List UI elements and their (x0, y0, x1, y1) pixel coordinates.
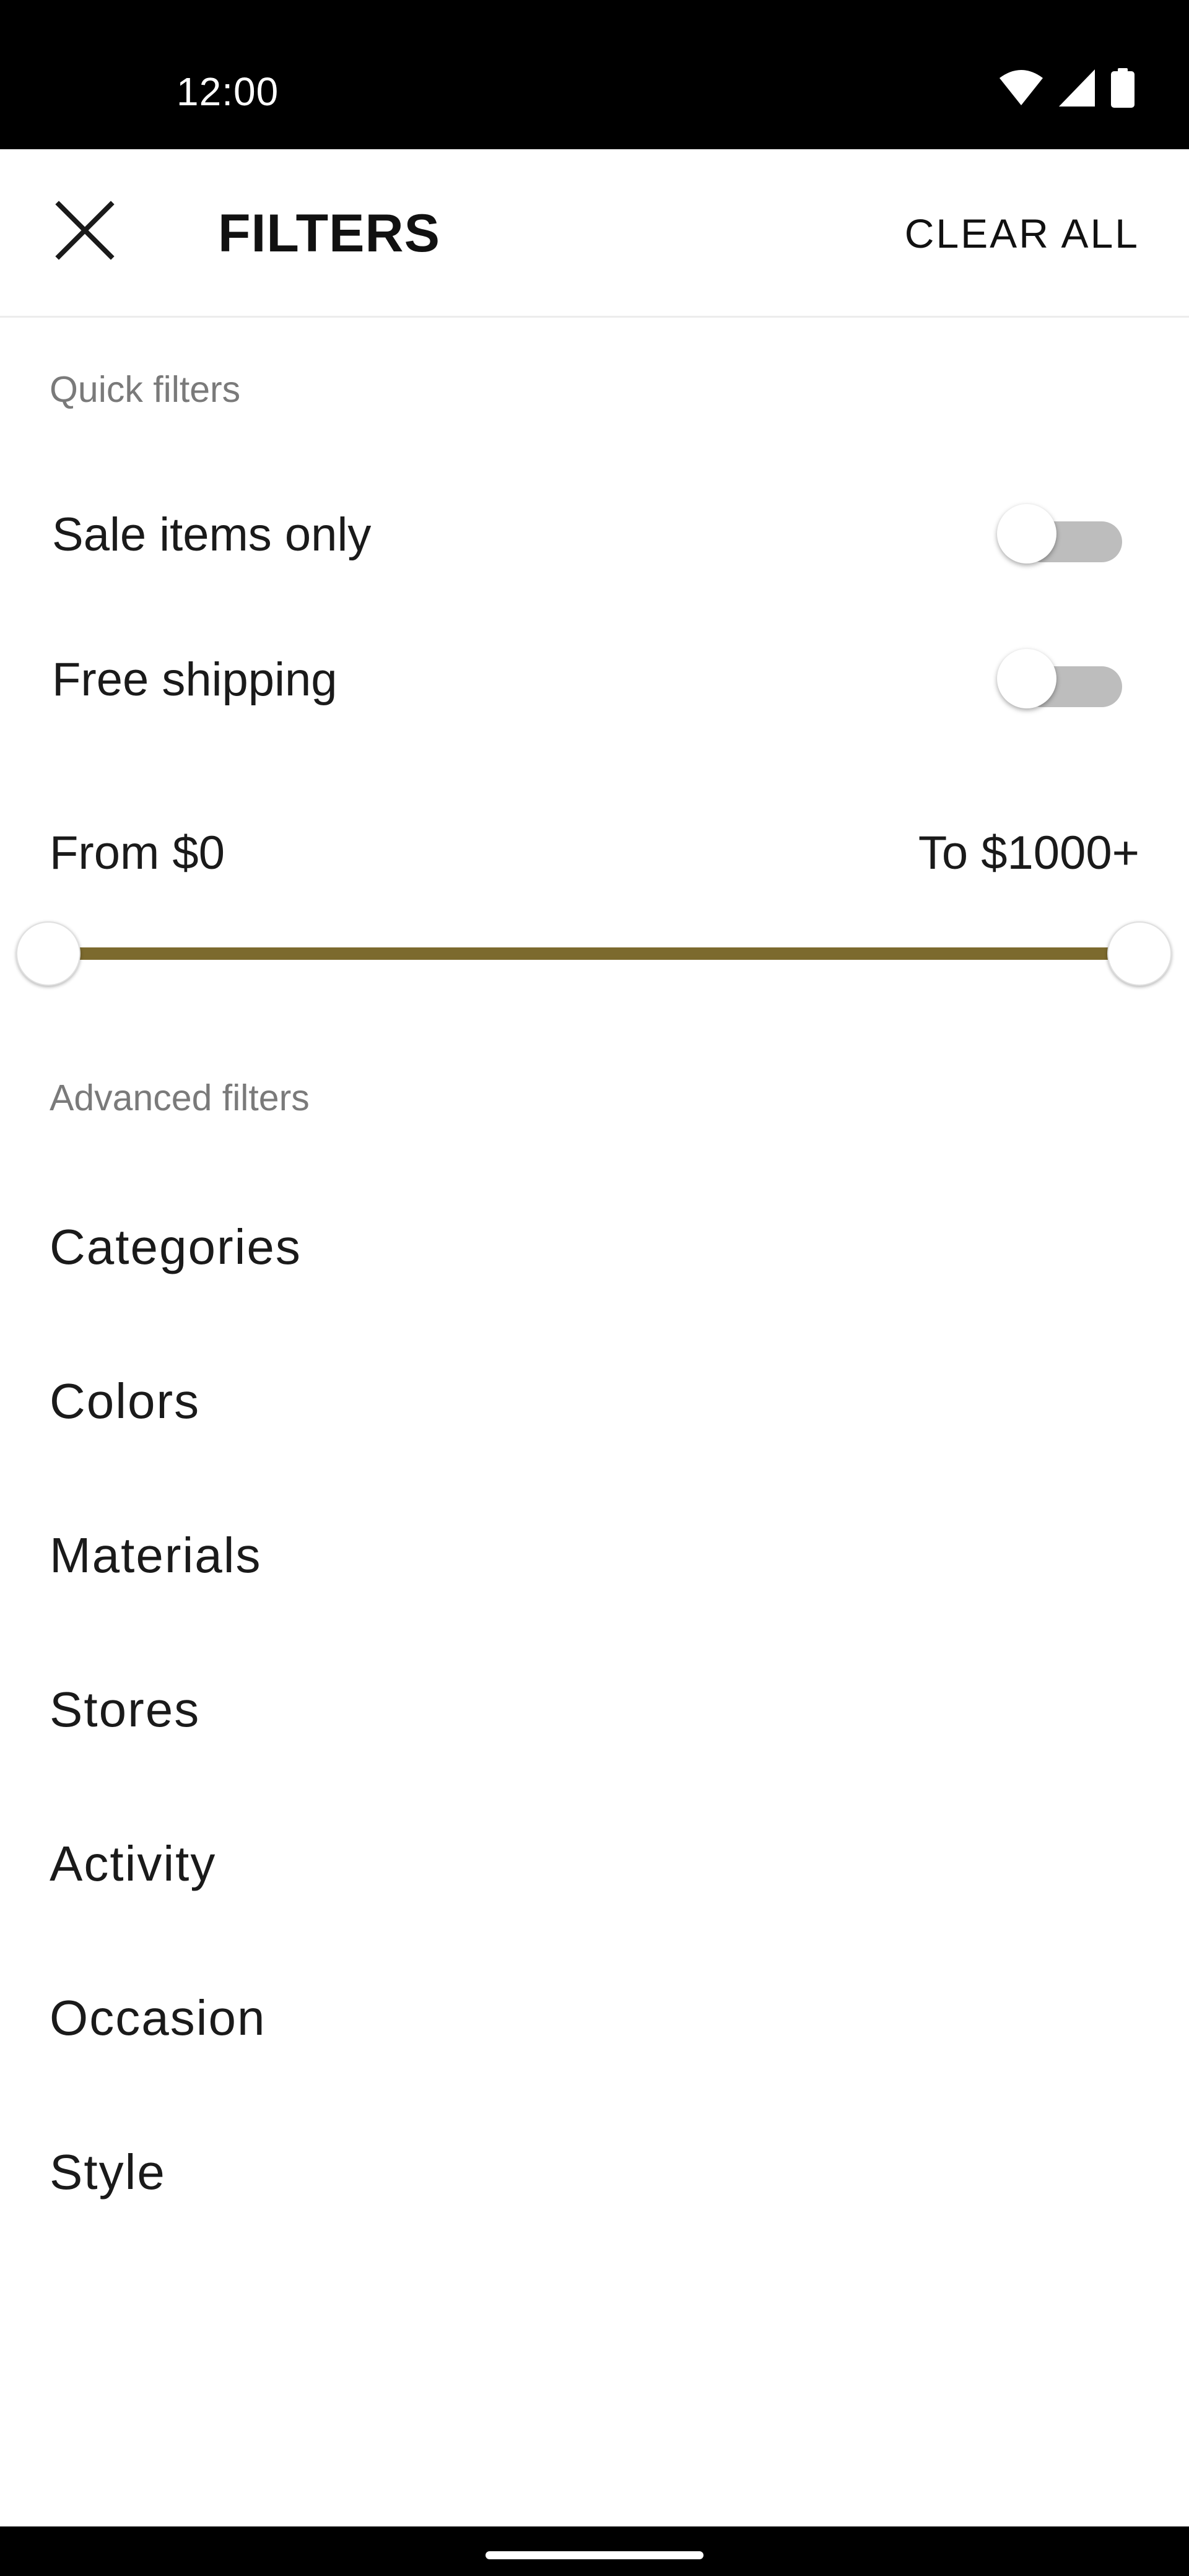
free-shipping-label: Free shipping (52, 653, 338, 706)
advanced-filter-label: Colors (50, 1373, 201, 1429)
price-range-slider[interactable] (0, 916, 1189, 991)
close-icon (55, 200, 115, 263)
advanced-filter-stores[interactable]: Stores (0, 1634, 1189, 1787)
system-navigation-bar (0, 2526, 1189, 2576)
advanced-filter-categories[interactable]: Categories (0, 1171, 1189, 1325)
advanced-filter-label: Occasion (50, 1990, 266, 2045)
free-shipping-toggle[interactable] (997, 646, 1127, 711)
switch-thumb (997, 504, 1056, 564)
status-bar: 12:00 (0, 0, 1189, 149)
advanced-filter-style[interactable]: Style (0, 2096, 1189, 2250)
advanced-filter-label: Activity (50, 1836, 217, 1891)
price-min-handle[interactable] (16, 921, 81, 986)
price-max-handle[interactable] (1107, 921, 1172, 986)
status-icons (1000, 67, 1135, 111)
close-button[interactable] (45, 191, 125, 272)
battery-icon (1111, 67, 1135, 111)
advanced-filter-colors[interactable]: Colors (0, 1325, 1189, 1479)
free-shipping-row[interactable]: Free shipping (0, 617, 1189, 741)
page-title: FILTERS (218, 204, 440, 263)
top-app-bar: FILTERS CLEAR ALL (0, 149, 1189, 318)
advanced-filter-label: Materials (50, 1528, 262, 1583)
sale-items-only-label: Sale items only (52, 508, 372, 561)
sale-items-only-row[interactable]: Sale items only (0, 472, 1189, 596)
advanced-filter-label: Categories (50, 1219, 302, 1274)
price-range-track (48, 947, 1139, 960)
wifi-icon (1000, 69, 1043, 110)
sale-items-only-toggle[interactable] (997, 502, 1127, 566)
home-gesture-handle[interactable] (486, 2551, 703, 2559)
filters-screen: 12:00 FILTERS CLEAR ALL Quick filters Sa… (0, 0, 1189, 2576)
clear-all-button[interactable]: CLEAR ALL (905, 209, 1139, 258)
cellular-signal-icon (1059, 69, 1095, 110)
advanced-filter-activity[interactable]: Activity (0, 1788, 1189, 1941)
quick-filters-header: Quick filters (50, 369, 241, 410)
advanced-filter-occasion[interactable]: Occasion (0, 1942, 1189, 2095)
advanced-filter-label: Style (50, 2144, 166, 2200)
advanced-filters-header: Advanced filters (50, 1077, 310, 1118)
price-from-label: From $0 (50, 827, 225, 879)
switch-thumb (997, 649, 1056, 708)
status-time: 12:00 (176, 69, 279, 114)
advanced-filter-materials[interactable]: Materials (0, 1479, 1189, 1633)
advanced-filter-label: Stores (50, 1682, 201, 1737)
price-to-label: To $1000+ (918, 827, 1139, 879)
